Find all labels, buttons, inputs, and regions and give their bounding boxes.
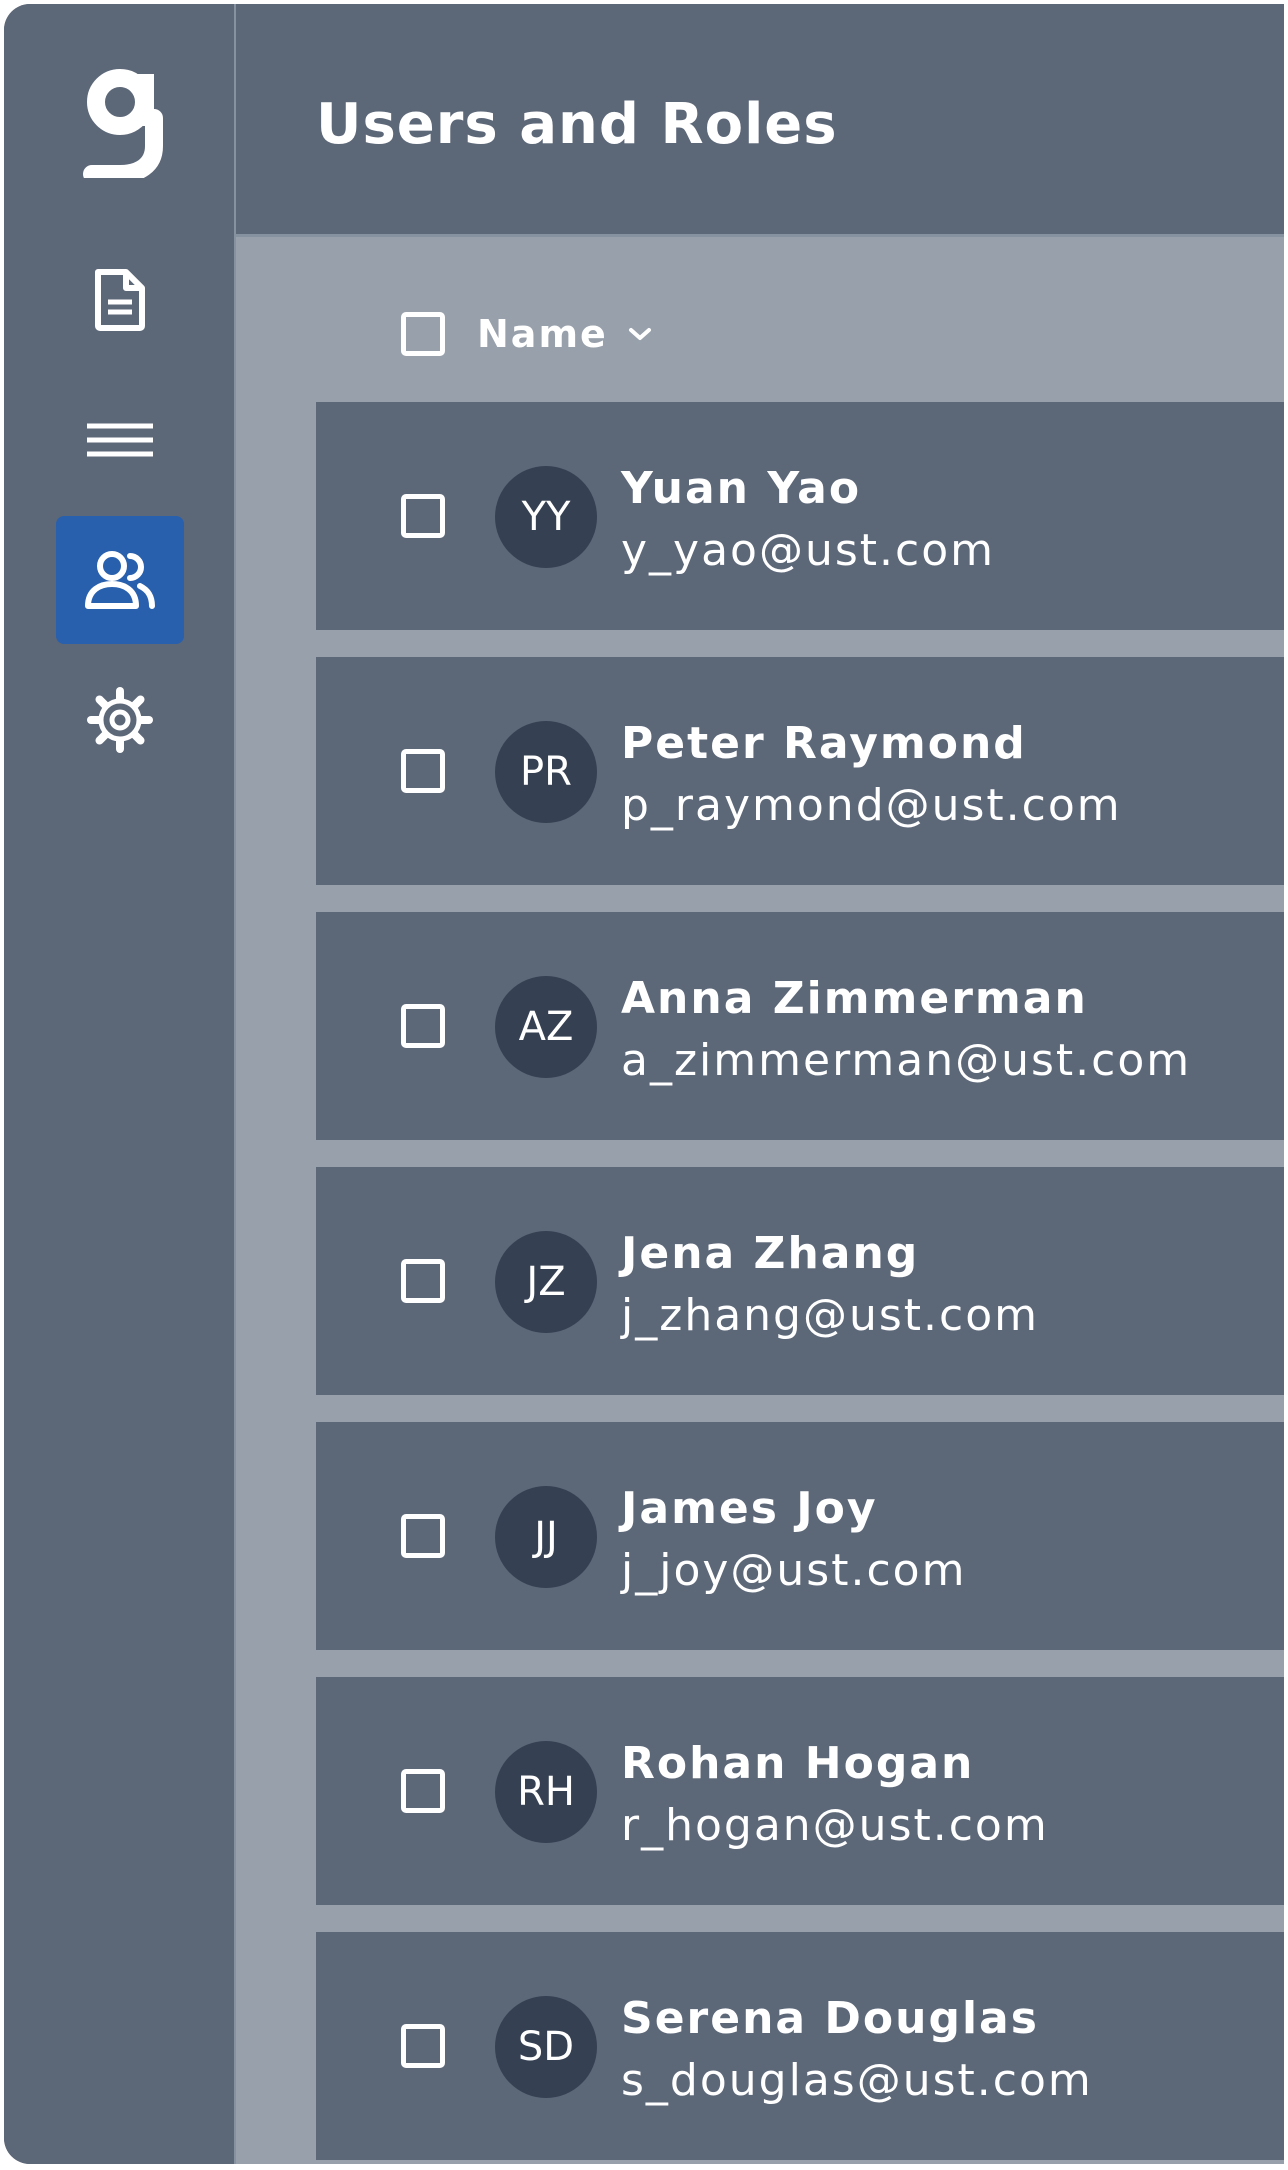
user-name: Peter Raymond bbox=[621, 718, 1027, 769]
table-row[interactable]: JJ James Joy j_joy@ust.com bbox=[316, 1422, 1284, 1650]
avatar: YY bbox=[495, 466, 597, 568]
user-name: Serena Douglas bbox=[621, 1993, 1039, 2044]
gear-icon bbox=[87, 687, 153, 753]
page-header: Users and Roles bbox=[236, 4, 1284, 237]
row-checkbox[interactable] bbox=[401, 2024, 445, 2068]
avatar: PR bbox=[495, 721, 597, 823]
sidebar-item-menu[interactable] bbox=[56, 376, 184, 504]
name-column-label: Name bbox=[477, 312, 608, 356]
table-row[interactable]: YY Yuan Yao y_yao@ust.com bbox=[316, 402, 1284, 630]
row-checkbox[interactable] bbox=[401, 1769, 445, 1813]
table-row[interactable]: RH Rohan Hogan r_hogan@ust.com bbox=[316, 1677, 1284, 1905]
sidebar-item-documents[interactable] bbox=[56, 236, 184, 364]
menu-lines-icon bbox=[87, 423, 153, 457]
sidebar-item-users[interactable] bbox=[56, 516, 184, 644]
user-name: Rohan Hogan bbox=[621, 1738, 975, 1789]
users-icon bbox=[85, 551, 155, 609]
app-window: Users and Roles Name YY Yuan Yao y_yao@u… bbox=[4, 4, 1284, 2164]
user-email: j_zhang@ust.com bbox=[621, 1290, 1040, 1341]
avatar: AZ bbox=[495, 976, 597, 1078]
table-row[interactable]: SD Serena Douglas s_douglas@ust.com bbox=[316, 1932, 1284, 2160]
user-list: YY Yuan Yao y_yao@ust.com PR Peter Raymo… bbox=[316, 402, 1284, 2164]
user-email: r_hogan@ust.com bbox=[621, 1800, 1049, 1851]
row-checkbox[interactable] bbox=[401, 749, 445, 793]
row-checkbox[interactable] bbox=[401, 1514, 445, 1558]
avatar: SD bbox=[495, 1996, 597, 2098]
avatar: JZ bbox=[495, 1231, 597, 1333]
user-email: s_douglas@ust.com bbox=[621, 2055, 1093, 2106]
name-column-sort[interactable]: Name bbox=[477, 312, 652, 356]
user-name: James Joy bbox=[621, 1483, 878, 1534]
user-name: Yuan Yao bbox=[621, 463, 862, 514]
row-checkbox[interactable] bbox=[401, 494, 445, 538]
sidebar bbox=[4, 4, 236, 2164]
user-email: p_raymond@ust.com bbox=[621, 780, 1122, 831]
row-checkbox[interactable] bbox=[401, 1259, 445, 1303]
table-row[interactable]: JZ Jena Zhang j_zhang@ust.com bbox=[316, 1167, 1284, 1395]
logo-icon bbox=[83, 69, 163, 178]
document-icon bbox=[95, 269, 145, 331]
chevron-down-icon bbox=[628, 328, 651, 340]
list-header: Name bbox=[401, 312, 652, 356]
user-email: j_joy@ust.com bbox=[621, 1545, 967, 1596]
avatar: RH bbox=[495, 1741, 597, 1843]
user-email: y_yao@ust.com bbox=[621, 525, 995, 576]
table-row[interactable]: AZ Anna Zimmerman a_zimmerman@ust.com bbox=[316, 912, 1284, 1140]
page-title: Users and Roles bbox=[316, 92, 838, 157]
sidebar-item-settings[interactable] bbox=[56, 656, 184, 784]
table-row[interactable]: PR Peter Raymond p_raymond@ust.com bbox=[316, 657, 1284, 885]
user-email: a_zimmerman@ust.com bbox=[621, 1035, 1192, 1086]
user-name: Jena Zhang bbox=[621, 1228, 920, 1279]
user-name: Anna Zimmerman bbox=[621, 973, 1088, 1024]
user-list-panel: Name YY Yuan Yao y_yao@ust.com PR Peter … bbox=[236, 237, 1284, 2164]
select-all-checkbox[interactable] bbox=[401, 312, 445, 356]
row-checkbox[interactable] bbox=[401, 1004, 445, 1048]
avatar: JJ bbox=[495, 1486, 597, 1588]
